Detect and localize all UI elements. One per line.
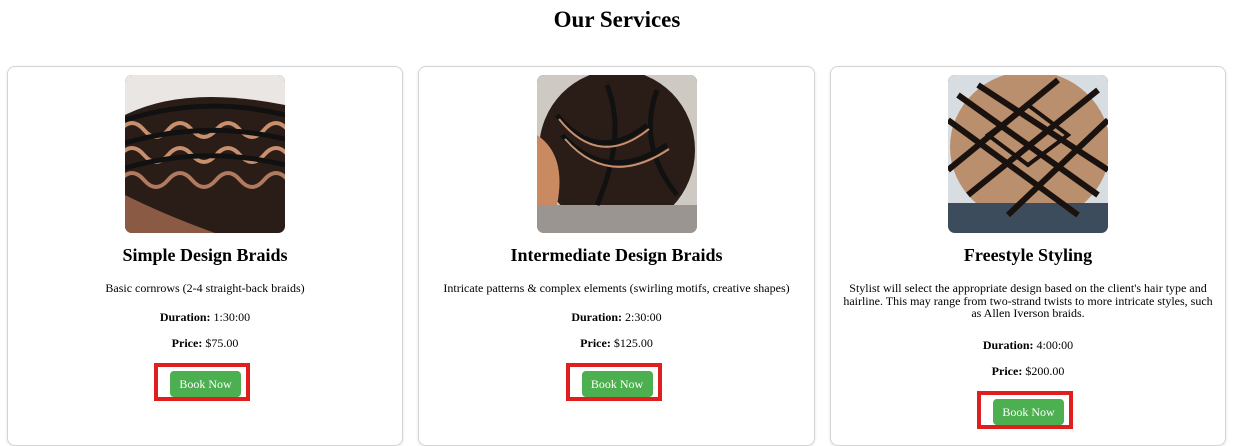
duration-value: 2:30:00 xyxy=(625,310,662,324)
service-card-intermediate-design-braids: Intermediate Design Braids Intricate pat… xyxy=(418,66,815,446)
service-card-simple-design-braids: Simple Design Braids Basic cornrows (2-4… xyxy=(7,66,403,446)
service-photo xyxy=(536,75,697,233)
book-now-button[interactable]: Book Now xyxy=(170,371,241,397)
service-price: Price: $75.00 xyxy=(8,336,402,350)
service-photo xyxy=(948,75,1108,233)
service-duration: Duration: 2:30:00 xyxy=(419,310,814,324)
service-name: Simple Design Braids xyxy=(122,245,288,265)
service-photo xyxy=(125,75,285,233)
price-label: Price: xyxy=(991,364,1023,378)
price-label: Price: xyxy=(580,336,611,350)
service-name: Intermediate Design Braids xyxy=(510,245,723,265)
service-description: Basic cornrows (2-4 straight-back braids… xyxy=(105,281,305,295)
service-description: Intricate patterns & complex elements (s… xyxy=(443,281,790,295)
duration-value: 1:30:00 xyxy=(213,310,251,324)
service-duration: Duration: 4:00:00 xyxy=(831,338,1225,352)
braids-photo-illustration xyxy=(536,75,697,233)
price-value: $75.00 xyxy=(205,336,239,350)
duration-value: 4:00:00 xyxy=(1036,338,1074,352)
page-title: Our Services xyxy=(553,7,681,32)
book-now-button[interactable]: Book Now xyxy=(993,399,1064,425)
service-price: Price: $200.00 xyxy=(831,364,1225,378)
duration-label: Duration: xyxy=(571,310,622,324)
braids-photo-illustration xyxy=(948,75,1108,233)
service-description: Stylist will select the appropriate desi… xyxy=(843,281,1213,320)
price-label: Price: xyxy=(171,336,203,350)
duration-label: Duration: xyxy=(982,338,1034,352)
service-name: Freestyle Styling xyxy=(963,245,1093,265)
duration-label: Duration: xyxy=(159,310,211,324)
braids-photo-illustration xyxy=(125,75,285,233)
price-value: $125.00 xyxy=(613,336,653,350)
price-value: $200.00 xyxy=(1025,364,1065,378)
book-now-button[interactable]: Book Now xyxy=(581,371,653,397)
service-duration: Duration: 1:30:00 xyxy=(8,310,402,324)
service-price: Price: $125.00 xyxy=(419,336,814,350)
service-card-freestyle-styling: Freestyle Styling Stylist will select th… xyxy=(830,66,1226,446)
